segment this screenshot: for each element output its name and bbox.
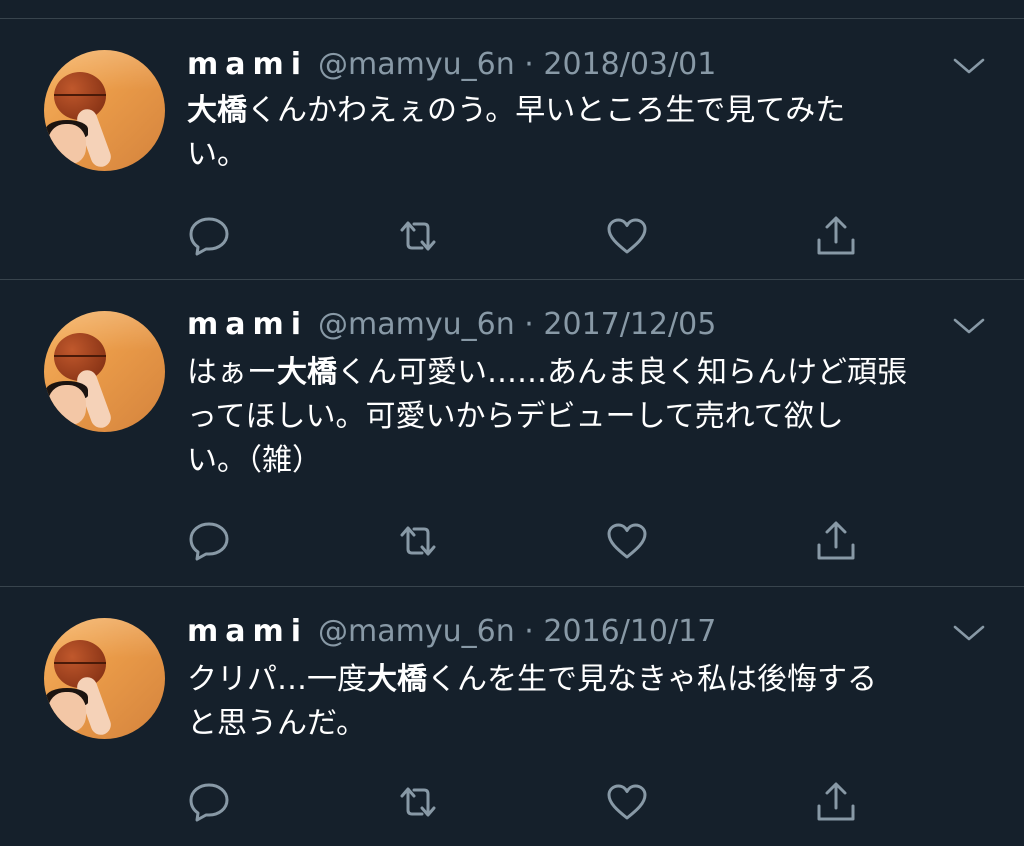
like-icon[interactable] <box>605 780 649 824</box>
tweet-header: mami @mamyu_6n · 2017/12/05 <box>187 305 716 345</box>
like-icon[interactable] <box>605 519 649 563</box>
share-icon[interactable] <box>814 780 858 824</box>
reply-icon[interactable] <box>187 214 231 258</box>
tweet-text: クリパ…一度大橋くんを生で見なきゃ私は後悔すると思うんだ。 <box>187 658 987 746</box>
tweet-text-run: はぁー <box>187 355 277 390</box>
separator-dot: · <box>524 307 534 342</box>
tweet-text-line: い。 <box>187 133 987 177</box>
reply-icon[interactable] <box>187 519 231 563</box>
tweet-text: 大橋くんかわえぇのう。早いところ生で見てみた い。 <box>187 89 987 177</box>
avatar[interactable] <box>44 618 165 739</box>
tweet-date[interactable]: 2016/10/17 <box>543 614 716 649</box>
tweet-text-line: い。（雑） <box>187 439 987 483</box>
tweet-item[interactable]: mami @mamyu_6n · 2016/10/17 クリパ…一度大橋くんを生で… <box>0 588 1024 846</box>
display-name[interactable]: mami <box>187 47 308 82</box>
separator-dot: · <box>524 614 534 649</box>
retweet-icon[interactable] <box>396 780 440 824</box>
share-icon[interactable] <box>814 519 858 563</box>
tweet-text-line: 大橋くんかわえぇのう。早いところ生で見てみた <box>187 89 987 133</box>
tweet-date[interactable]: 2018/03/01 <box>543 47 716 82</box>
tweet-actions <box>0 780 1024 824</box>
avatar[interactable] <box>44 311 165 432</box>
tweet-text-run: い。（雑） <box>187 443 322 478</box>
user-handle[interactable]: @mamyu_6n <box>318 614 515 649</box>
tweet-item[interactable]: mami @mamyu_6n · 2017/12/05 はぁー大橋くん可愛い……あ… <box>0 281 1024 587</box>
tweet-text-run: クリパ…一度 <box>187 662 367 697</box>
tweet-text: はぁー大橋くん可愛い……あんま良く知らんけど頑張ってほしい。可愛いからデビューし… <box>187 351 987 483</box>
reply-icon[interactable] <box>187 780 231 824</box>
retweet-icon[interactable] <box>396 214 440 258</box>
tweet-text-bold: 大橋 <box>187 93 247 128</box>
tweet-text-run: くん可愛い……あんま良く知らんけど頑張 <box>337 355 907 390</box>
tweet-text-run: くんを生で見なきゃ私は後悔する <box>427 662 877 697</box>
share-icon[interactable] <box>814 214 858 258</box>
display-name[interactable]: mami <box>187 614 308 649</box>
tweet-text-run: ってほしい。可愛いからデビューして売れて欲し <box>187 399 844 434</box>
tweet-date[interactable]: 2017/12/05 <box>543 307 716 342</box>
tweet-actions <box>0 214 1024 258</box>
tweet-text-line: ってほしい。可愛いからデビューして売れて欲し <box>187 395 987 439</box>
like-icon[interactable] <box>605 214 649 258</box>
display-name[interactable]: mami <box>187 307 308 342</box>
tweet-header: mami @mamyu_6n · 2016/10/17 <box>187 612 716 652</box>
tweet-text-run: と思うんだ。 <box>187 706 367 741</box>
tweet-text-line: クリパ…一度大橋くんを生で見なきゃ私は後悔する <box>187 658 987 702</box>
avatar[interactable] <box>44 50 165 171</box>
tweet-text-line: はぁー大橋くん可愛い……あんま良く知らんけど頑張 <box>187 351 987 395</box>
user-handle[interactable]: @mamyu_6n <box>318 47 515 82</box>
tweet-text-run: い。 <box>187 137 247 172</box>
tweet-actions <box>0 519 1024 563</box>
tweet-text-line: と思うんだ。 <box>187 702 987 746</box>
retweet-icon[interactable] <box>396 519 440 563</box>
user-handle[interactable]: @mamyu_6n <box>318 307 515 342</box>
chevron-down-icon[interactable] <box>952 314 986 338</box>
tweet-text-run: くんかわえぇのう。早いところ生で見てみた <box>247 93 846 128</box>
separator-dot: · <box>524 47 534 82</box>
chevron-down-icon[interactable] <box>952 54 986 78</box>
tweet-text-bold: 大橋 <box>277 355 337 390</box>
tweet-header: mami @mamyu_6n · 2018/03/01 <box>187 45 716 85</box>
chevron-down-icon[interactable] <box>952 621 986 645</box>
tweet-item[interactable]: mami @mamyu_6n · 2018/03/01 大橋くんかわえぇのう。早い… <box>0 19 1024 280</box>
tweet-text-bold: 大橋 <box>367 662 427 697</box>
